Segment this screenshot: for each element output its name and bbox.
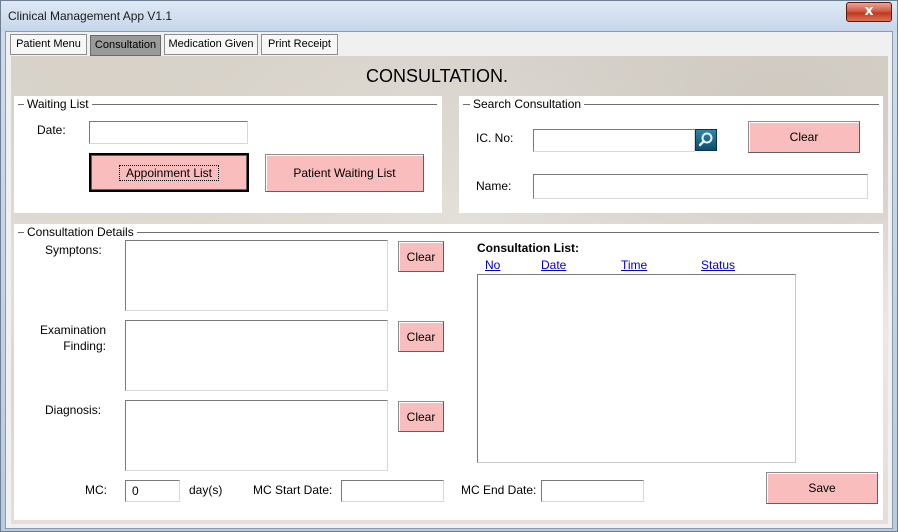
appointment-list-label: Appoinment List xyxy=(118,164,220,181)
save-button[interactable]: Save xyxy=(766,472,878,504)
ic-no-label: IC. No: xyxy=(476,131,514,145)
consultation-details-legend: Consultation Details xyxy=(24,225,137,239)
symptoms-clear-button[interactable]: Clear xyxy=(398,241,444,272)
tab-print-receipt[interactable]: Print Receipt xyxy=(261,34,338,55)
consultation-details-border xyxy=(18,232,879,233)
page-title: CONSULTATION. xyxy=(365,66,508,86)
mc-days-input[interactable]: 0 xyxy=(125,480,180,502)
consultation-list-title: Consultation List: xyxy=(477,241,579,255)
date-label: Date: xyxy=(37,123,66,137)
search-consultation-legend: Search Consultation xyxy=(470,97,585,111)
column-header-no[interactable]: No xyxy=(485,258,500,272)
mc-label: MC: xyxy=(85,483,107,497)
name-input[interactable] xyxy=(533,174,868,199)
examination-label-line2: Finding: xyxy=(63,339,106,353)
days-label: day(s) xyxy=(189,483,223,497)
window-title: Clinical Management App V1.1 xyxy=(8,9,173,23)
consultation-details-panel: Consultation Details Symptons: Clear Exa… xyxy=(14,224,883,520)
tab-consultation[interactable]: Consultation xyxy=(90,35,161,56)
consultation-listbox[interactable] xyxy=(477,274,796,463)
symptoms-label: Symptons: xyxy=(45,243,102,257)
column-header-date[interactable]: Date xyxy=(541,258,566,272)
diagnosis-clear-button[interactable]: Clear xyxy=(398,401,444,432)
app-window: Clinical Management App V1.1 x Patient M… xyxy=(0,0,898,532)
waiting-list-panel: Waiting List Date: Appoinment List Patie… xyxy=(14,96,442,213)
column-header-status[interactable]: Status xyxy=(701,258,735,272)
ic-no-input[interactable] xyxy=(533,129,695,152)
examination-label-line1: Examination xyxy=(39,323,106,337)
tab-patient-menu[interactable]: Patient Menu xyxy=(10,34,87,55)
examination-label: Examination Finding: xyxy=(24,323,106,353)
diagnosis-label: Diagnosis: xyxy=(45,403,102,417)
mc-end-date-input[interactable] xyxy=(541,480,644,502)
mc-start-date-label: MC Start Date: xyxy=(253,483,333,497)
examination-textarea[interactable] xyxy=(125,320,388,391)
appointment-list-button[interactable]: Appoinment List xyxy=(89,153,249,192)
examination-clear-button[interactable]: Clear xyxy=(398,321,444,352)
tab-medication-given[interactable]: Medication Given xyxy=(164,34,258,55)
search-clear-button[interactable]: Clear xyxy=(748,121,860,153)
title-bar[interactable]: Clinical Management App V1.1 x xyxy=(1,1,897,31)
symptoms-textarea[interactable] xyxy=(125,240,388,311)
tab-content: CONSULTATION. Waiting List Date: Appoinm… xyxy=(11,56,888,524)
column-header-time[interactable]: Time xyxy=(621,258,647,272)
name-label: Name: xyxy=(476,179,512,193)
close-button[interactable]: x xyxy=(846,2,892,22)
diagnosis-textarea[interactable] xyxy=(125,400,388,471)
date-field[interactable] xyxy=(89,121,248,144)
close-icon: x xyxy=(864,3,874,19)
search-consultation-panel: Search Consultation IC. No: Clear Name: xyxy=(459,96,883,213)
mc-start-date-input[interactable] xyxy=(341,480,444,502)
magnifier-icon xyxy=(698,132,713,147)
mc-end-date-label: MC End Date: xyxy=(461,483,537,497)
form-client-area: Patient Menu Consultation Medication Giv… xyxy=(5,31,893,529)
waiting-list-legend: Waiting List xyxy=(24,97,92,111)
search-button[interactable] xyxy=(695,129,717,151)
patient-waiting-list-button[interactable]: Patient Waiting List xyxy=(265,154,424,192)
